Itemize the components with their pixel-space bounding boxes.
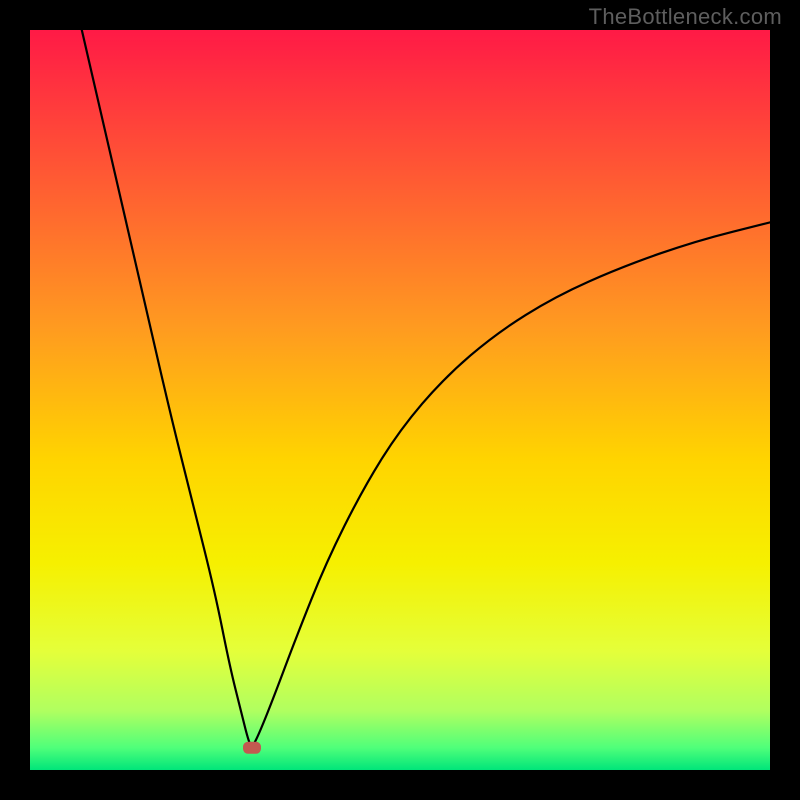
- bottleneck-chart: [30, 30, 770, 770]
- gradient-background: [30, 30, 770, 770]
- chart-frame: TheBottleneck.com: [0, 0, 800, 800]
- plot-area: [30, 30, 770, 770]
- watermark-text: TheBottleneck.com: [589, 4, 782, 30]
- optimal-marker: [243, 742, 261, 754]
